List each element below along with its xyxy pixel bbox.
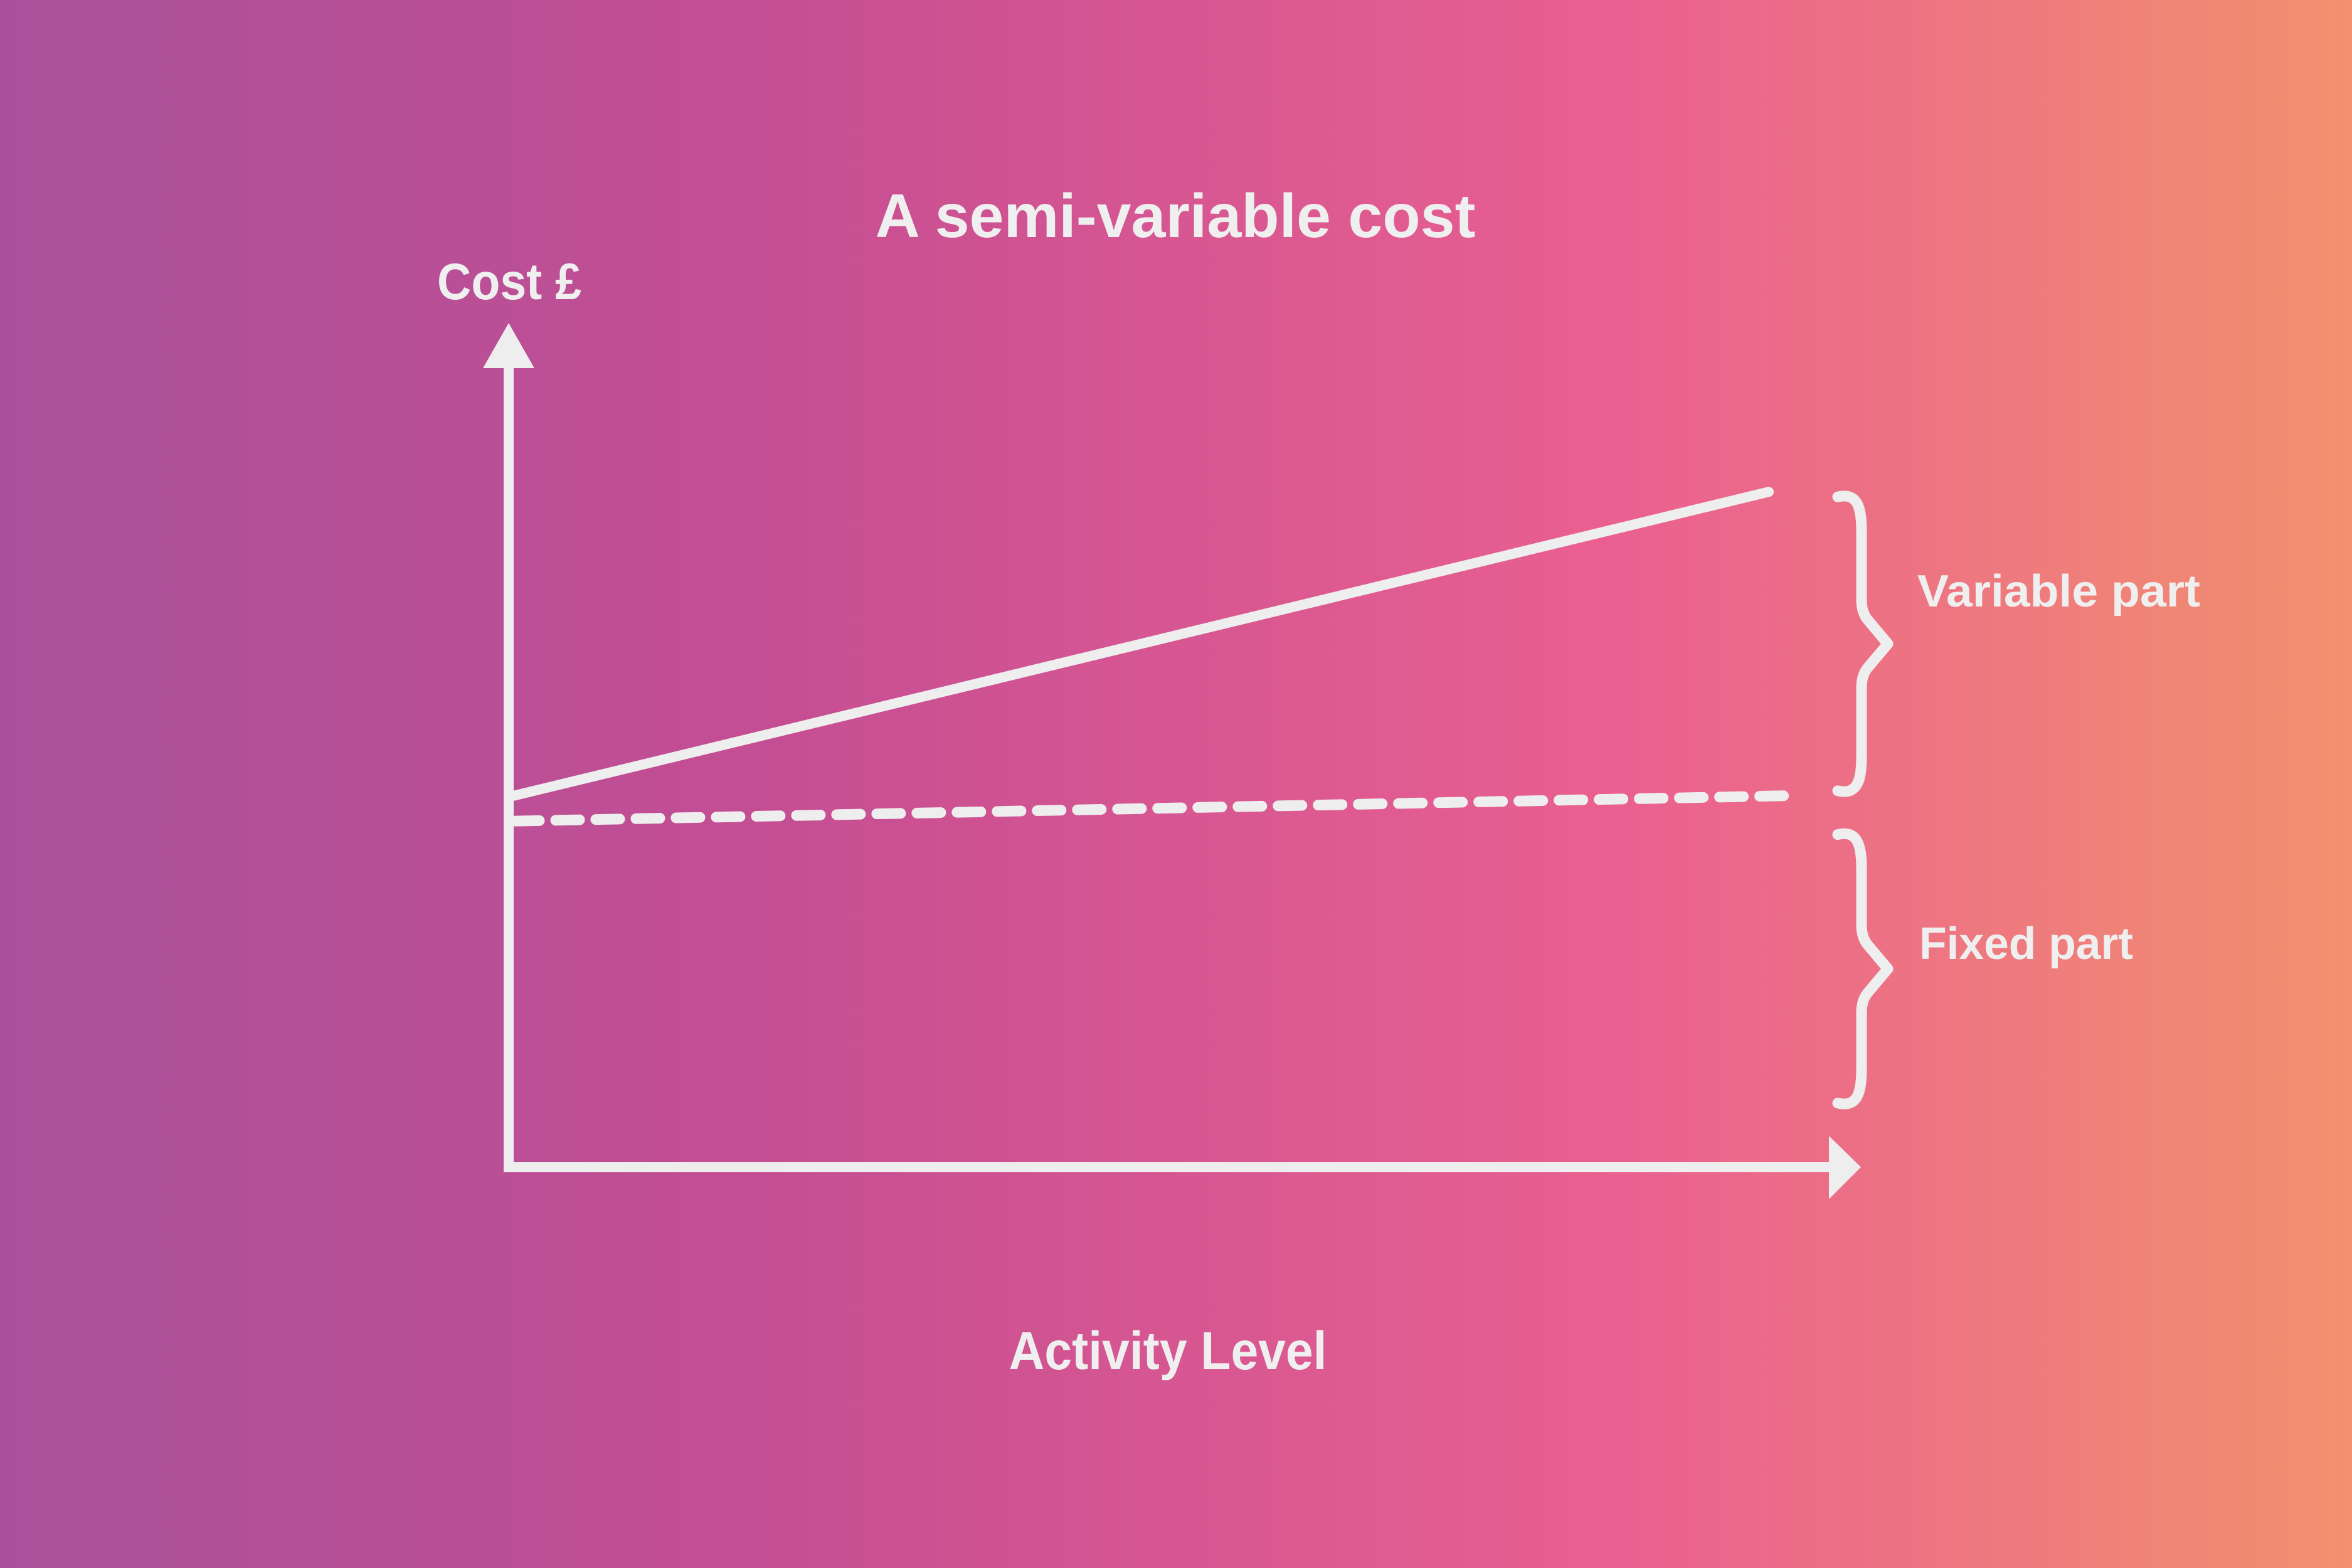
series-line-fixed-cost-dashed: [510, 790, 1790, 827]
diagram-canvas: A semi-variable cost Cost £ Activity Lev…: [0, 0, 2352, 1568]
fixed-part-label: Fixed part: [1919, 919, 2133, 969]
fixed-part-brace: [1832, 828, 1894, 1110]
chart-title: A semi-variable cost: [876, 181, 1476, 250]
series-line-total-cost: [509, 487, 1774, 801]
variable-part-label: Variable part: [1917, 566, 2200, 617]
y-axis-label: Cost £: [437, 253, 581, 310]
x-axis-label: Activity Level: [1009, 1322, 1327, 1381]
chart-svg: A semi-variable cost Cost £ Activity Lev…: [437, 181, 2200, 1381]
y-axis-arrowhead: [483, 323, 534, 368]
variable-part-brace: [1832, 490, 1894, 797]
axes: [504, 367, 1831, 1172]
x-axis-arrowhead: [1829, 1136, 1861, 1199]
